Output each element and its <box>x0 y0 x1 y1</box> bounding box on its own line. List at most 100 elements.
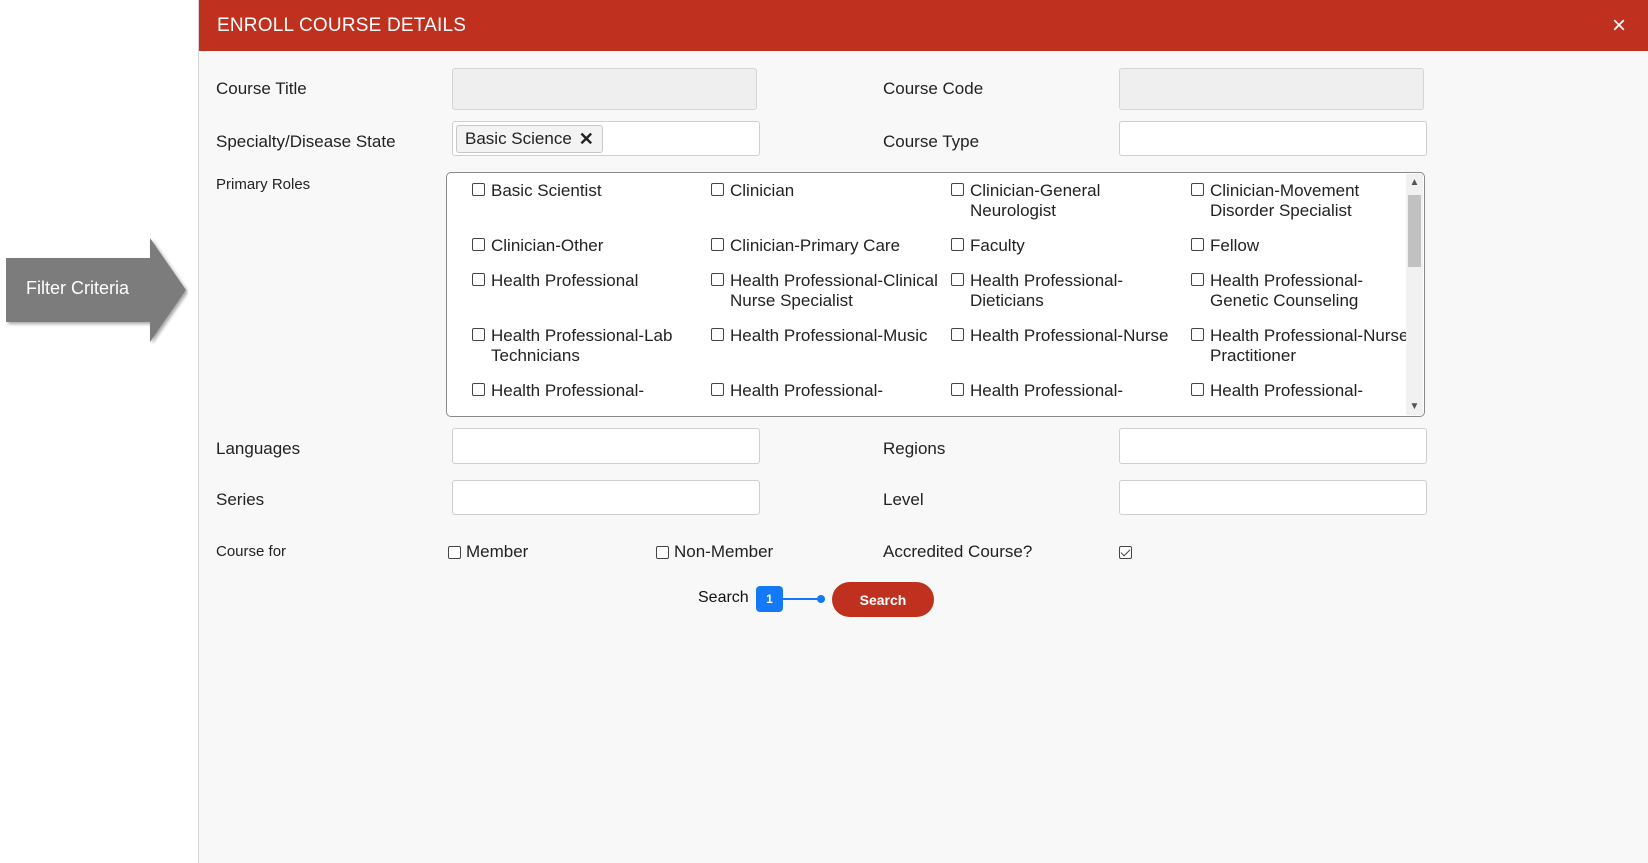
role-label: Health Professional-Nurse Practitioner <box>1210 326 1409 365</box>
languages-label: Languages <box>216 439 301 458</box>
step-badge: 1 <box>756 586 783 612</box>
role-label: Health Professional-Dieticians <box>970 271 1124 310</box>
member-checkbox-box[interactable] <box>448 545 461 559</box>
role-label: Clinician-Primary Care <box>730 236 901 255</box>
role-label: Basic Scientist <box>491 181 602 200</box>
role-option[interactable]: Basic Scientist <box>472 181 711 221</box>
course-code-field <box>1119 68 1424 110</box>
role-label: Health Professional- <box>730 381 884 400</box>
member-checkbox[interactable]: Member <box>448 542 528 562</box>
series-field[interactable] <box>452 480 760 515</box>
search-button[interactable]: Search <box>832 582 934 617</box>
roles-grid: Basic Scientist Clinician Clinician-Genera… <box>472 181 1412 401</box>
role-checkbox[interactable] <box>951 238 964 251</box>
specialty-chip-label: Basic Science <box>465 129 572 148</box>
search-caption: Search <box>698 589 749 606</box>
role-checkbox[interactable] <box>951 183 964 196</box>
role-checkbox[interactable] <box>1191 328 1204 341</box>
specialty-multiselect[interactable]: Basic Science ✕ <box>452 121 760 156</box>
role-label: Clinician-Movement Disorder Specialist <box>1210 181 1360 220</box>
role-checkbox[interactable] <box>472 328 485 341</box>
level-field[interactable] <box>1119 480 1427 515</box>
role-option[interactable]: Clinician-General Neurologist <box>951 181 1191 221</box>
role-checkbox[interactable] <box>1191 183 1204 196</box>
scroll-down-icon[interactable]: ▼ <box>1406 398 1423 415</box>
role-label: Clinician-General Neurologist <box>970 181 1101 220</box>
role-option[interactable]: Faculty <box>951 236 1191 256</box>
role-checkbox[interactable] <box>1191 238 1204 251</box>
role-checkbox[interactable] <box>711 183 724 196</box>
role-label: Clinician-Other <box>491 236 604 255</box>
remove-chip-icon[interactable]: ✕ <box>579 125 594 153</box>
role-checkbox[interactable] <box>951 328 964 341</box>
role-option[interactable]: Health Professional-Lab Technicians <box>472 326 711 366</box>
specialty-chip: Basic Science ✕ <box>456 125 603 153</box>
role-label: Faculty <box>970 236 1025 255</box>
callout-label: Filter Criteria <box>26 278 130 298</box>
role-label: Health Professional-Genetic Counseling <box>1210 271 1364 310</box>
role-checkbox[interactable] <box>951 273 964 286</box>
role-label: Health Professional- <box>970 381 1124 400</box>
role-option[interactable]: Health Professional-Clinical Nurse Speci… <box>711 271 951 311</box>
primary-roles-list[interactable]: Basic Scientist Clinician Clinician-Genera… <box>446 172 1425 417</box>
role-checkbox[interactable] <box>711 383 724 396</box>
role-label: Health Professional- <box>491 381 645 400</box>
role-option[interactable]: Health Professional-Nurse Practitioner <box>1191 326 1412 366</box>
role-checkbox[interactable] <box>951 383 964 396</box>
role-option[interactable]: Health Professional- <box>951 381 1191 401</box>
primary-roles-label: Primary Roles <box>216 176 311 193</box>
role-checkbox[interactable] <box>711 238 724 251</box>
course-title-field <box>452 68 757 110</box>
specialty-label: Specialty/Disease State <box>216 132 396 151</box>
course-type-label: Course Type <box>883 132 980 151</box>
course-type-field[interactable] <box>1119 121 1427 156</box>
enroll-course-modal: ENROLL COURSE DETAILS × Course Title Cou… <box>198 0 1648 863</box>
role-checkbox[interactable] <box>1191 383 1204 396</box>
role-checkbox[interactable] <box>472 183 485 196</box>
course-title-label: Course Title <box>216 79 307 98</box>
member-label: Member <box>466 542 529 561</box>
role-option[interactable]: Clinician-Other <box>472 236 711 256</box>
role-option[interactable]: Health Professional- <box>711 381 951 401</box>
course-for-label: Course for <box>216 543 287 560</box>
scroll-up-icon[interactable]: ▲ <box>1406 174 1423 191</box>
role-option[interactable]: Fellow <box>1191 236 1412 256</box>
regions-field[interactable] <box>1119 428 1427 464</box>
accredited-checkbox[interactable] <box>1119 546 1132 559</box>
role-label: Fellow <box>1210 236 1260 255</box>
role-option[interactable]: Health Professional- <box>472 381 711 401</box>
role-option[interactable]: Health Professional <box>472 271 711 311</box>
role-checkbox[interactable] <box>472 273 485 286</box>
role-label: Health Professional <box>491 271 639 290</box>
roles-scrollbar[interactable]: ▲ ▼ <box>1406 174 1423 415</box>
role-option[interactable]: Clinician <box>711 181 951 221</box>
role-checkbox[interactable] <box>711 273 724 286</box>
role-option[interactable]: Health Professional- <box>1191 381 1412 401</box>
role-option[interactable]: Health Professional-Nurse <box>951 326 1191 366</box>
role-option[interactable]: Health Professional-Music <box>711 326 951 366</box>
role-label: Health Professional-Lab Technicians <box>491 326 673 365</box>
modal-header: ENROLL COURSE DETAILS × <box>199 0 1648 51</box>
role-option[interactable]: Health Professional-Genetic Counseling <box>1191 271 1412 311</box>
role-label: Health Professional-Nurse <box>970 326 1169 345</box>
role-label: Clinician <box>730 181 795 200</box>
role-checkbox[interactable] <box>711 328 724 341</box>
role-checkbox[interactable] <box>472 238 485 251</box>
role-option[interactable]: Clinician-Primary Care <box>711 236 951 256</box>
non-member-checkbox-box[interactable] <box>656 545 669 559</box>
badge-connector-dot <box>817 595 825 603</box>
languages-field[interactable] <box>452 428 760 464</box>
filter-criteria-callout: Filter Criteria <box>6 238 188 344</box>
close-icon[interactable]: × <box>1612 14 1626 38</box>
role-checkbox[interactable] <box>472 383 485 396</box>
level-label: Level <box>883 490 924 509</box>
non-member-checkbox[interactable]: Non-Member <box>656 542 773 562</box>
accredited-label: Accredited Course? <box>883 542 1033 561</box>
regions-label: Regions <box>883 439 946 458</box>
role-checkbox[interactable] <box>1191 273 1204 286</box>
role-option[interactable]: Health Professional-Dieticians <box>951 271 1191 311</box>
role-option[interactable]: Clinician-Movement Disorder Specialist <box>1191 181 1412 221</box>
role-label: Health Professional-Music <box>730 326 928 345</box>
role-label: Health Professional-Clinical Nurse Speci… <box>730 271 938 310</box>
scroll-thumb[interactable] <box>1408 195 1421 267</box>
